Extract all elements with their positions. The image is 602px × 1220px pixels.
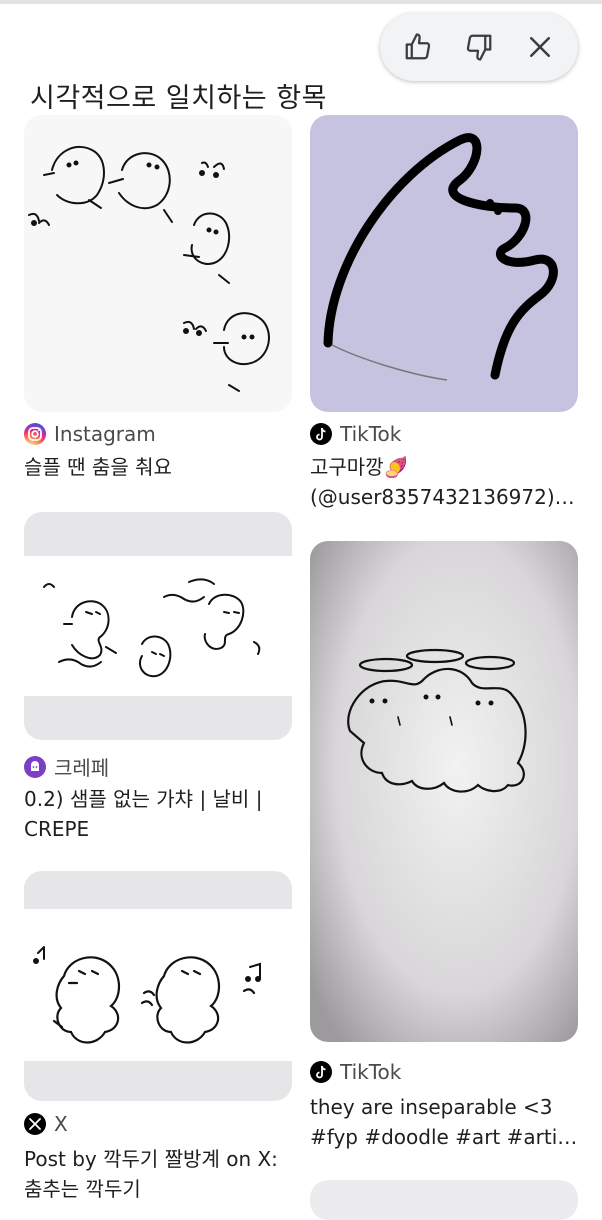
thumbs-up-icon: [405, 33, 431, 60]
tiktok-icon: [310, 1061, 332, 1083]
result-source[interactable]: X: [24, 1112, 68, 1136]
x-icon: [24, 1113, 46, 1135]
next-result-thumbnail[interactable]: [310, 1180, 578, 1220]
top-divider: [0, 0, 602, 4]
crepe-icon: [24, 755, 46, 778]
result-source[interactable]: 크레페: [24, 752, 109, 781]
result-thumbnail[interactable]: [24, 871, 292, 1101]
source-name: TikTok: [340, 422, 402, 446]
caption-line: (@user8357432136972) …: [310, 485, 578, 509]
instagram-icon: [24, 423, 46, 445]
floating-ghosts-image: [24, 512, 292, 740]
result-thumbnail[interactable]: [24, 512, 292, 740]
ghost-drawing-image: [310, 115, 578, 412]
close-button[interactable]: [518, 25, 562, 69]
caption-line: #fyp #doodle #art #artis…: [310, 1125, 578, 1149]
caption-line: Post by 깍두기 짤방계 on X:: [24, 1147, 278, 1171]
caption-line: 0.2) 샘플 없는 가챠 | 날비 |: [24, 787, 263, 811]
three-ghosts-image: [310, 541, 578, 1042]
dancing-ghosts-image: [24, 115, 292, 412]
result-source[interactable]: Instagram: [24, 422, 156, 446]
thumbs-down-button[interactable]: [457, 25, 501, 69]
two-dancing-ghosts-image: [24, 871, 292, 1101]
result-thumbnail[interactable]: [310, 541, 578, 1042]
source-name: Instagram: [54, 422, 156, 446]
caption-line: they are inseparable <3: [310, 1095, 553, 1119]
thumbs-up-button[interactable]: [396, 25, 440, 69]
result-source[interactable]: TikTok: [310, 1060, 401, 1084]
source-name: X: [54, 1112, 68, 1136]
thumbs-down-icon: [466, 34, 492, 61]
caption-line: CREPE: [24, 817, 90, 841]
source-name: 크레페: [54, 756, 110, 780]
section-title: 시각적으로 일치하는 항목: [30, 83, 327, 115]
result-thumbnail[interactable]: [24, 115, 292, 412]
source-name: TikTok: [340, 1060, 402, 1084]
result-thumbnail[interactable]: [310, 115, 578, 412]
result-title[interactable]: 슬플 땐 춤을 춰요: [24, 452, 292, 482]
result-title[interactable]: they are inseparable <3 #fyp #doodle #ar…: [310, 1092, 578, 1152]
caption-line: 슬플 땐 춤을 춰요: [24, 455, 172, 479]
tiktok-icon: [310, 423, 332, 445]
result-title[interactable]: 0.2) 샘플 없는 가챠 | 날비 | CREPE: [24, 784, 292, 844]
result-source[interactable]: TikTok: [310, 422, 401, 446]
feedback-bar: [380, 13, 578, 81]
close-icon: [529, 37, 550, 57]
result-title[interactable]: 고구마깡🍠 (@user8357432136972) …: [310, 452, 578, 512]
result-title[interactable]: Post by 깍두기 짤방계 on X: 춤추는 깍두기: [24, 1144, 299, 1204]
caption-line: 고구마깡🍠: [310, 455, 409, 479]
